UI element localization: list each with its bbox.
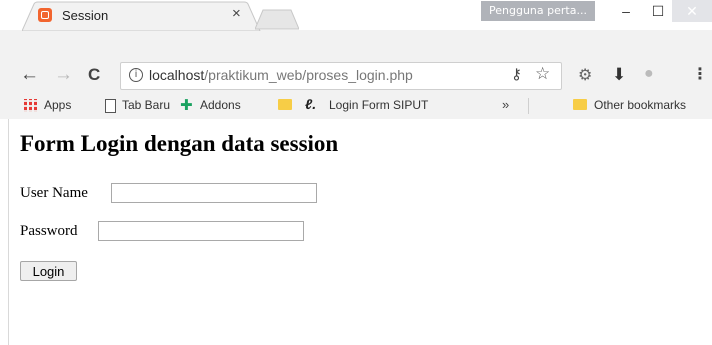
extension-icon[interactable]: ⚙ [578,65,592,85]
page-title: Form Login dengan data session [20,131,339,156]
page-left-border [8,119,9,345]
key-icon[interactable]: ⚷ [511,65,522,83]
info-icon[interactable]: i [129,68,143,82]
bookmark-other[interactable]: Other bookmarks [594,98,686,112]
url-path: /praktikum_web/proses_login.php [204,67,413,83]
back-arrow-icon[interactable]: ← [20,64,39,86]
tab-close-icon[interactable]: × [232,5,241,22]
apps-grid-icon [24,99,37,112]
tab-shape [22,1,261,31]
reload-icon[interactable]: C [88,64,100,86]
bookmark-addons[interactable]: Addons [200,98,241,112]
maximize-icon[interactable]: ☐ [640,0,676,22]
bookmarks-bar: Apps Tab Baru ✚ Addons ℓ. Login Form SIP… [0,93,712,120]
bookmark-apps[interactable]: Apps [44,98,71,112]
url-host: localhost [149,67,205,83]
url-text[interactable]: localhost/praktikum_web/proses_login.php [149,67,413,83]
xampp-favicon-icon [38,8,52,22]
username-label: User Name [20,185,88,201]
bookmark-tab-baru[interactable]: Tab Baru [122,98,170,112]
tab-title: Session [62,8,109,23]
bookmarks-divider [528,98,529,114]
bookmark-login-form-siput[interactable]: Login Form SIPUT [329,98,428,112]
login-button[interactable]: Login [20,261,77,281]
password-label: Password [20,223,78,239]
password-input[interactable] [98,221,304,241]
star-icon[interactable]: ☆ [535,64,550,84]
tab-session[interactable]: Session × [22,0,261,31]
globe-icon[interactable]: ● [644,65,654,83]
bookmarks-overflow-button[interactable]: » [502,97,509,112]
new-tab-button[interactable] [255,8,299,30]
username-input[interactable] [111,183,317,203]
document-icon [105,99,116,113]
menu-icon[interactable]: ⋮ [692,64,708,84]
puzzle-icon: ✚ [180,97,193,114]
close-window-icon[interactable]: ✕ [672,0,712,22]
download-icon[interactable]: ⬇ [612,65,626,85]
forward-arrow-icon[interactable]: → [54,64,73,86]
siput-icon: ℓ. [305,96,317,112]
page-content: Form Login dengan data session User Name… [0,119,712,345]
folder-icon[interactable] [278,99,292,110]
minimize-icon[interactable]: – [608,0,644,22]
other-bookmarks-folder-icon [573,99,587,110]
address-bar[interactable]: i localhost/praktikum_web/proses_login.p… [120,62,562,90]
profile-badge[interactable]: Pengguna perta... [481,1,595,21]
